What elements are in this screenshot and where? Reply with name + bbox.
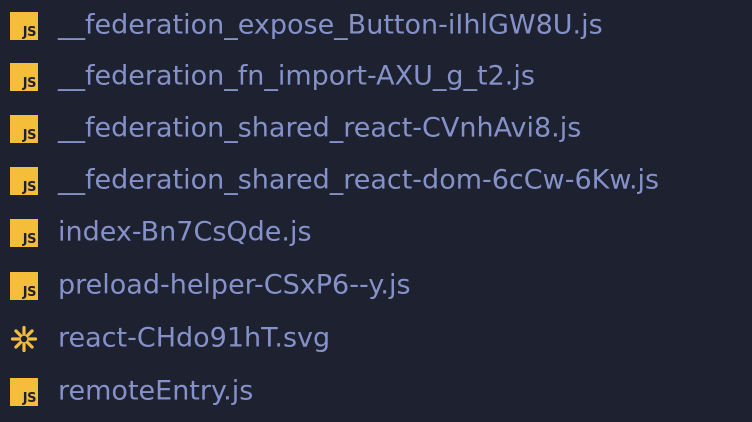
file-name: react-CHdo91hT.svg: [58, 322, 331, 354]
file-row-federation-fn-import[interactable]: JS __federation_fn_import-AXU_g_t2.js: [0, 51, 752, 103]
file-row-federation-expose-button[interactable]: JS __federation_expose_Button-iIhlGW8U.j…: [0, 0, 752, 52]
svg-file-icon: [10, 325, 38, 353]
file-list: JS __federation_expose_Button-iIhlGW8U.j…: [0, 0, 752, 422]
file-name: __federation_expose_Button-iIhlGW8U.js: [58, 9, 603, 41]
file-row-federation-shared-react[interactable]: JS __federation_shared_react-CVnhAvi8.js: [0, 103, 752, 155]
file-row-react-svg[interactable]: react-CHdo91hT.svg: [0, 313, 752, 365]
file-row-preload-helper[interactable]: JS preload-helper-CSxP6--y.js: [0, 260, 752, 312]
js-file-icon: JS: [10, 272, 38, 300]
file-row-remote-entry[interactable]: JS remoteEntry.js: [0, 366, 752, 418]
js-file-icon: JS: [10, 12, 38, 40]
file-name: __federation_shared_react-dom-6cCw-6Kw.j…: [58, 164, 660, 196]
file-name: index-Bn7CsQde.js: [58, 216, 312, 248]
file-name: remoteEntry.js: [58, 375, 254, 407]
file-name: __federation_fn_import-AXU_g_t2.js: [58, 60, 535, 92]
js-file-icon: JS: [10, 63, 38, 91]
file-name: preload-helper-CSxP6--y.js: [58, 269, 411, 301]
js-file-icon: JS: [10, 115, 38, 143]
js-file-icon: JS: [10, 167, 38, 195]
file-row-index[interactable]: JS index-Bn7CsQde.js: [0, 207, 752, 259]
js-file-icon: JS: [10, 219, 38, 247]
file-row-federation-shared-react-dom[interactable]: JS __federation_shared_react-dom-6cCw-6K…: [0, 155, 752, 207]
file-name: __federation_shared_react-CVnhAvi8.js: [58, 112, 582, 144]
js-file-icon: JS: [10, 378, 38, 406]
